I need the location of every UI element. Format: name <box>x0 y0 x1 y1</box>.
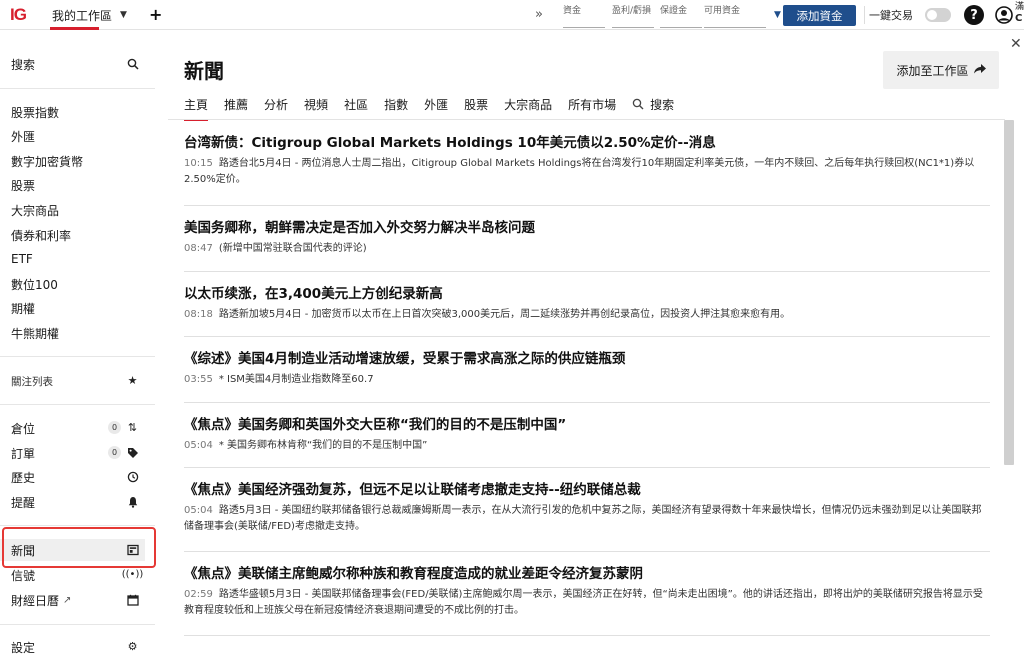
article-headline[interactable]: 《焦点》美国务卿和英国外交大臣称“我们的目的不是压制中国” <box>184 416 990 434</box>
tab-community[interactable]: 社區 <box>344 96 368 118</box>
metric-margin: 保證金 <box>660 3 702 28</box>
sidebar-watchlist[interactable]: 關注列表 ★ <box>0 370 155 392</box>
news-highlight-box <box>2 527 156 568</box>
gear-icon: ⚙ <box>127 640 138 653</box>
one-click-trading-label: 一鍵交易 <box>869 9 913 22</box>
positions-count-badge: 0 <box>108 421 121 434</box>
sidebar-item-crypto[interactable]: 數字加密貨幣 <box>0 150 155 172</box>
article-time: 05:04 <box>184 440 213 451</box>
article-time: 05:04 <box>184 505 213 516</box>
article-time: 02:59 <box>184 589 213 600</box>
article-time: 03:55 <box>184 374 213 385</box>
one-click-trading-toggle[interactable] <box>925 8 951 22</box>
tab-forex[interactable]: 外匯 <box>424 96 448 118</box>
add-to-workspace-button[interactable]: 添加至工作區 <box>883 51 999 89</box>
sidebar-item-options[interactable]: 期權 <box>0 297 155 319</box>
external-link-icon: ↗ <box>63 594 72 606</box>
tab-videos[interactable]: 視頻 <box>304 96 328 118</box>
tab-recommended[interactable]: 推薦 <box>224 96 248 118</box>
tab-indices[interactable]: 指數 <box>384 96 408 118</box>
star-icon: ★ <box>127 374 138 387</box>
tab-all-markets[interactable]: 所有市場 <box>568 96 616 118</box>
bell-icon <box>126 495 139 508</box>
sidebar-item-commodities[interactable]: 大宗商品 <box>0 199 155 221</box>
article-summary: 路透华盛顿5月3日 - 美国联邦储备理事会(FED/美联储)主席鲍威尔周一表示，… <box>184 589 983 616</box>
calendar-icon <box>126 593 139 606</box>
news-list: 台湾新债：Citigroup Global Markets Holdings 1… <box>168 120 1005 640</box>
sidebar-item-digital100[interactable]: 數位100 <box>0 273 155 295</box>
user-icon[interactable] <box>995 6 1013 24</box>
article-summary: * ISM美国4月制造业指数降至60.7 <box>218 374 374 385</box>
article-headline[interactable]: 以太币续涨，在3,400美元上方创纪录新高 <box>184 285 990 303</box>
close-panel-icon[interactable]: ✕ <box>1010 36 1022 52</box>
tab-shares[interactable]: 股票 <box>464 96 488 118</box>
sidebar-item-forex[interactable]: 外匯 <box>0 125 155 147</box>
tab-search[interactable]: 搜索 <box>632 96 674 118</box>
news-article[interactable]: 以太币续涨，在3,400美元上方创纪录新高 08:18 路透新加坡5月4日 - 加… <box>184 285 990 323</box>
sidebar-history[interactable]: 歷史 <box>0 466 155 488</box>
chevron-down-icon[interactable]: ▼ <box>120 10 127 20</box>
orders-count-badge: 0 <box>108 446 121 459</box>
news-tabs: 主頁 推薦 分析 視頻 社區 指數 外匯 股票 大宗商品 所有市場 搜索 <box>184 96 690 121</box>
help-icon[interactable]: ? <box>964 5 984 25</box>
add-funds-button[interactable]: 添加資金 <box>783 5 856 26</box>
sidebar-item-indices[interactable]: 股票指數 <box>0 101 155 123</box>
workspace-tab[interactable]: 我的工作區 ▼ <box>50 0 127 30</box>
news-article[interactable]: 台湾新债：Citigroup Global Markets Holdings 1… <box>184 134 990 188</box>
sidebar-item-shares[interactable]: 股票 <box>0 174 155 196</box>
workspace-tab-label: 我的工作區 <box>52 8 113 23</box>
news-article[interactable]: 《焦点》美国务卿和英国外交大臣称“我们的目的不是压制中国” 05:04 * 美国务… <box>184 416 990 454</box>
sidebar-alerts[interactable]: 提醒 <box>0 491 155 513</box>
signal-icon: ((•)) <box>121 569 144 580</box>
history-clock-icon <box>126 470 139 483</box>
swap-arrows-icon: ⇅ <box>127 421 138 434</box>
sidebar-item-etf[interactable]: ETF <box>0 248 155 270</box>
sidebar-calendar[interactable]: 財經日曆 ↗ <box>0 589 155 611</box>
news-article[interactable]: 《焦点》美联储主席鲍威尔称种族和教育程度造成的就业差距令经济复苏蒙阴 02:59… <box>184 565 990 619</box>
expand-metrics-icon[interactable]: » <box>535 7 543 22</box>
sidebar-item-bonds[interactable]: 債券和利率 <box>0 224 155 246</box>
news-article[interactable]: 《焦点》美国经济强劲复苏，但远不足以让联储考虑撤走支持--纽约联储总裁 05:0… <box>184 481 990 535</box>
tag-icon <box>126 446 139 459</box>
article-headline[interactable]: 《综述》美国4月制造业活动增速放缓，受累于需求高涨之际的供应链瓶颈 <box>184 350 990 368</box>
news-article[interactable]: 美国务卿称，朝鲜需决定是否加入外交努力解决半岛核问题 08:47 (新增中国常驻联… <box>184 219 990 257</box>
news-scrollbar[interactable] <box>1004 120 1014 465</box>
ig-logo[interactable]: IG <box>10 5 27 25</box>
tab-home[interactable]: 主頁 <box>184 96 209 121</box>
user-name[interactable]: 滿 C <box>1015 1 1024 25</box>
sidebar-settings[interactable]: 設定 ⚙ <box>0 636 155 657</box>
article-headline[interactable]: 台湾新债：Citigroup Global Markets Holdings 1… <box>184 134 990 152</box>
article-headline[interactable]: 《焦点》美国经济强劲复苏，但远不足以让联储考虑撤走支持--纽约联储总裁 <box>184 481 990 499</box>
tab-commodities[interactable]: 大宗商品 <box>504 96 552 118</box>
article-summary: 路透台北5月4日 - 两位消息人士周二指出，Citigroup Global M… <box>184 158 975 185</box>
article-summary: * 美国务卿布林肯称“我们的目的不是压制中国” <box>218 440 428 451</box>
news-article[interactable]: 《综述》美国4月制造业活动增速放缓，受累于需求高涨之际的供应链瓶颈 03:55 *… <box>184 350 990 388</box>
page-title: 新聞 <box>184 59 224 83</box>
metric-available: 可用資金 <box>704 3 766 28</box>
article-headline[interactable]: 《焦点》美联储主席鲍威尔称种族和教育程度造成的就业差距令经济复苏蒙阴 <box>184 565 990 583</box>
article-summary: (新增中国常驻联合国代表的评论) <box>218 243 367 254</box>
metric-funds: 資金 <box>563 3 605 28</box>
sidebar-positions[interactable]: 倉位 0 ⇅ <box>0 417 155 439</box>
article-summary: 路透5月3日 - 美国纽约联邦储备银行总裁威廉姆斯周一表示，在从大流行引发的危机… <box>184 505 982 532</box>
search-icon <box>126 57 139 70</box>
tab-analysis[interactable]: 分析 <box>264 96 288 118</box>
metric-pnl: 盈利/虧損 <box>612 3 654 28</box>
share-arrow-icon <box>973 63 986 77</box>
article-summary: 路透新加坡5月4日 - 加密货币以太币在上日首次突破3,000美元后，周二延续涨… <box>218 309 791 320</box>
sidebar-signals[interactable]: 信號 ((•)) <box>0 564 155 586</box>
search-icon <box>632 98 644 110</box>
article-time: 08:47 <box>184 243 213 254</box>
account-dropdown-icon[interactable]: ▼ <box>774 10 781 20</box>
add-workspace-tab-button[interactable]: + <box>149 5 162 24</box>
article-time: 08:18 <box>184 309 213 320</box>
sidebar-item-cbbc[interactable]: 牛熊期權 <box>0 322 155 344</box>
article-headline[interactable]: 美国务卿称，朝鲜需决定是否加入外交努力解决半岛核问题 <box>184 219 990 237</box>
sidebar-orders[interactable]: 訂單 0 <box>0 442 155 464</box>
sidebar-search[interactable]: 搜索 <box>0 53 155 75</box>
article-time: 10:15 <box>184 158 213 169</box>
top-bar: IG 我的工作區 ▼ + » 資金 盈利/虧損 保證金 可用資金 ▼ 添加資金 … <box>0 0 1024 30</box>
